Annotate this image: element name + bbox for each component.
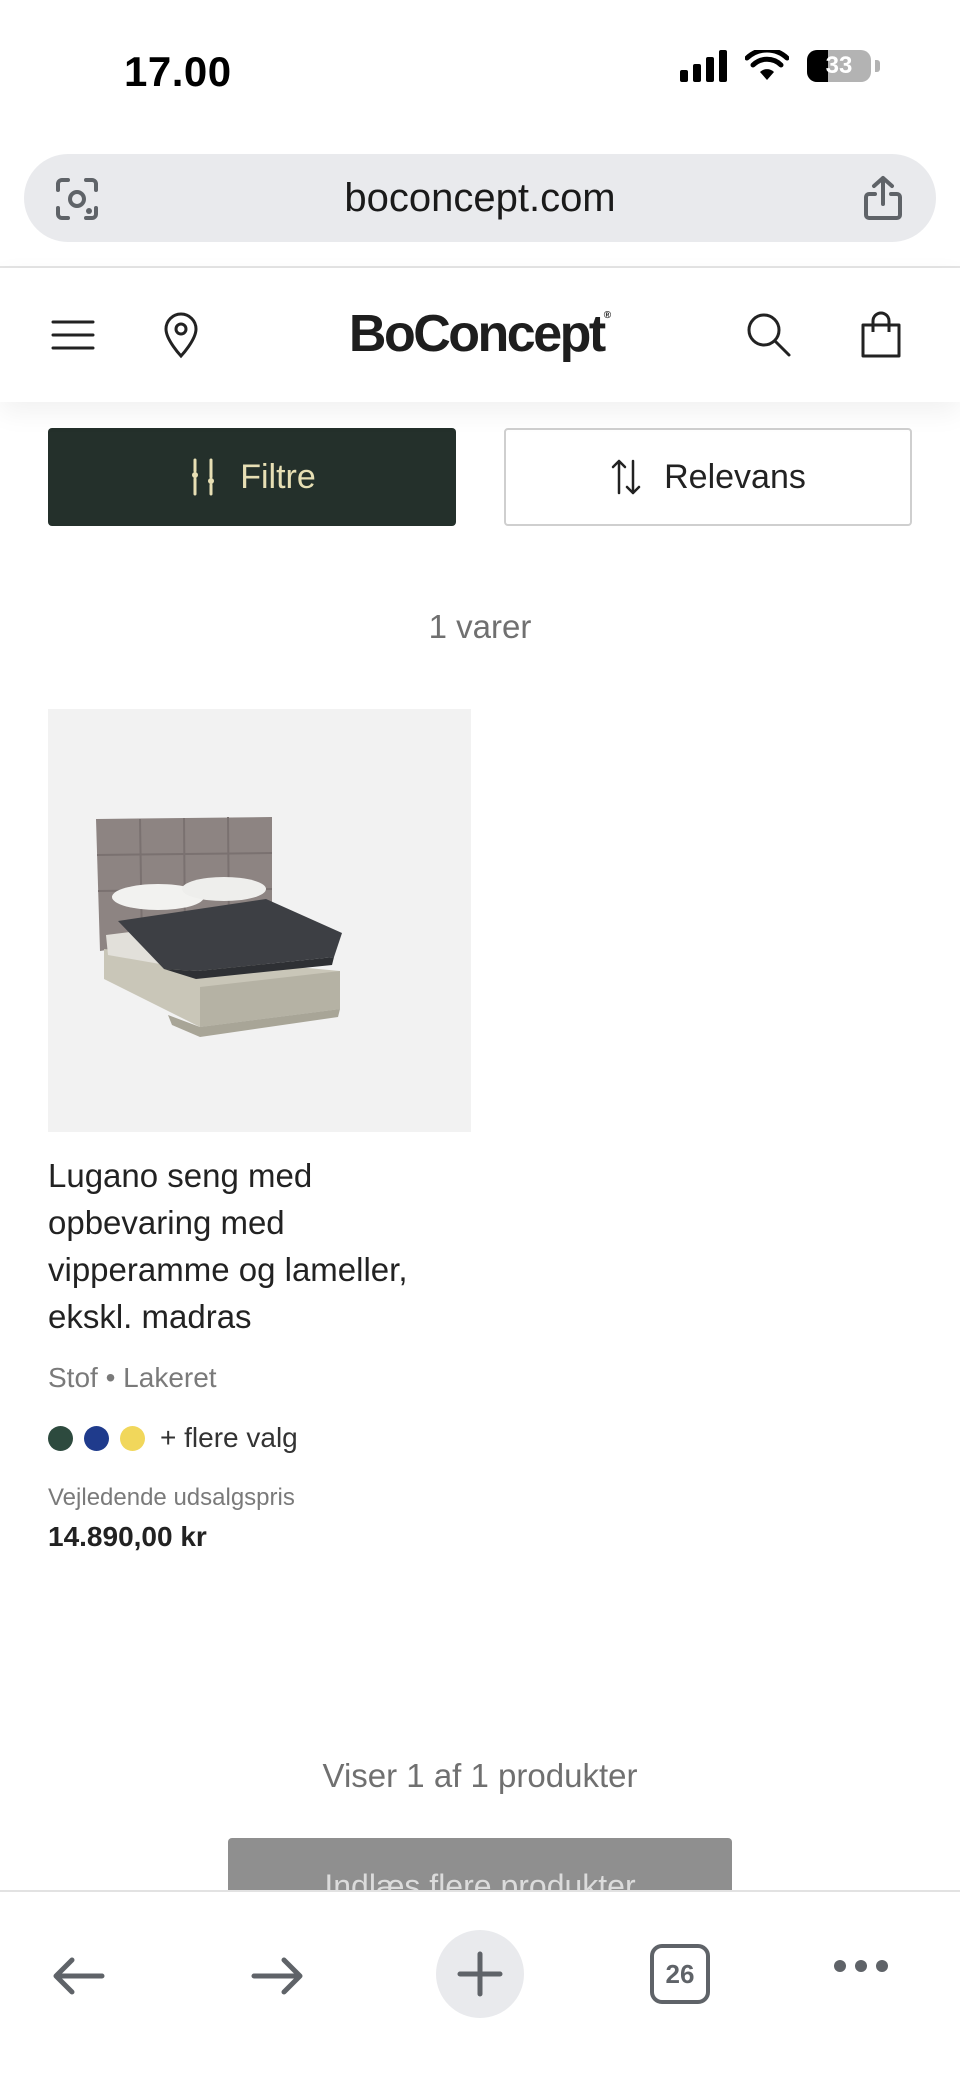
bed-illustration [96, 816, 342, 1037]
new-tab-button[interactable] [436, 1930, 524, 2018]
product-image[interactable] [48, 709, 471, 1132]
brand-logo[interactable]: BoConcept® [0, 304, 960, 364]
tab-count: 26 [665, 1958, 695, 1989]
sort-arrows-icon [611, 459, 641, 495]
site-header: BoConcept® [0, 268, 960, 402]
product-title[interactable]: Lugano seng med opbevaring med vipperamm… [48, 1152, 468, 1340]
filter-button[interactable]: Filtre [48, 428, 456, 526]
plus-icon [457, 1951, 503, 1997]
load-more-button[interactable]: Indlæs flere produkter [228, 1838, 732, 1898]
swatch-dark-green[interactable] [48, 1425, 73, 1451]
share-icon[interactable] [860, 174, 906, 222]
showing-count: Viser 1 af 1 produkter [322, 1757, 638, 1794]
more-options-link[interactable]: + flere valg [160, 1422, 298, 1454]
url-text[interactable]: boconcept.com [24, 154, 936, 242]
cart-icon[interactable] [856, 310, 906, 360]
product-materials: Stof • Lakeret [48, 1362, 217, 1393]
color-swatches: + flere valg [48, 1422, 298, 1454]
battery-icon: 33 [807, 50, 871, 82]
battery-tip [875, 60, 880, 72]
cellular-signal-icon [680, 50, 727, 82]
results-count: 1 varer [428, 608, 532, 645]
address-bar[interactable]: boconcept.com [24, 154, 936, 242]
status-time: 17.00 [124, 48, 232, 95]
sort-button[interactable]: Relevans [504, 428, 912, 526]
registered-mark: ® [603, 310, 612, 321]
status-bar: 17.00 33 [0, 0, 960, 140]
sort-label: Relevans [664, 457, 806, 496]
filter-sliders-icon [192, 458, 215, 496]
logo-text: BoConcept [348, 305, 606, 363]
more-menu-icon[interactable] [834, 1960, 888, 1972]
battery-level: 33 [825, 52, 853, 79]
price-label: Vejledende udsalgspris [48, 1484, 295, 1511]
swatch-yellow[interactable] [120, 1425, 145, 1451]
search-icon[interactable] [744, 310, 794, 360]
browser-bottom-toolbar: 26 [0, 1890, 960, 2081]
product-price: 14.890,00 kr [48, 1521, 207, 1552]
wifi-icon [745, 50, 789, 80]
status-icons: 33 [680, 50, 880, 82]
swatch-navy-blue[interactable] [84, 1425, 109, 1451]
tab-switcher-button[interactable]: 26 [650, 1944, 710, 2004]
forward-arrow-icon[interactable] [246, 1944, 310, 2008]
filter-label: Filtre [240, 457, 316, 496]
back-arrow-icon[interactable] [46, 1944, 110, 2008]
